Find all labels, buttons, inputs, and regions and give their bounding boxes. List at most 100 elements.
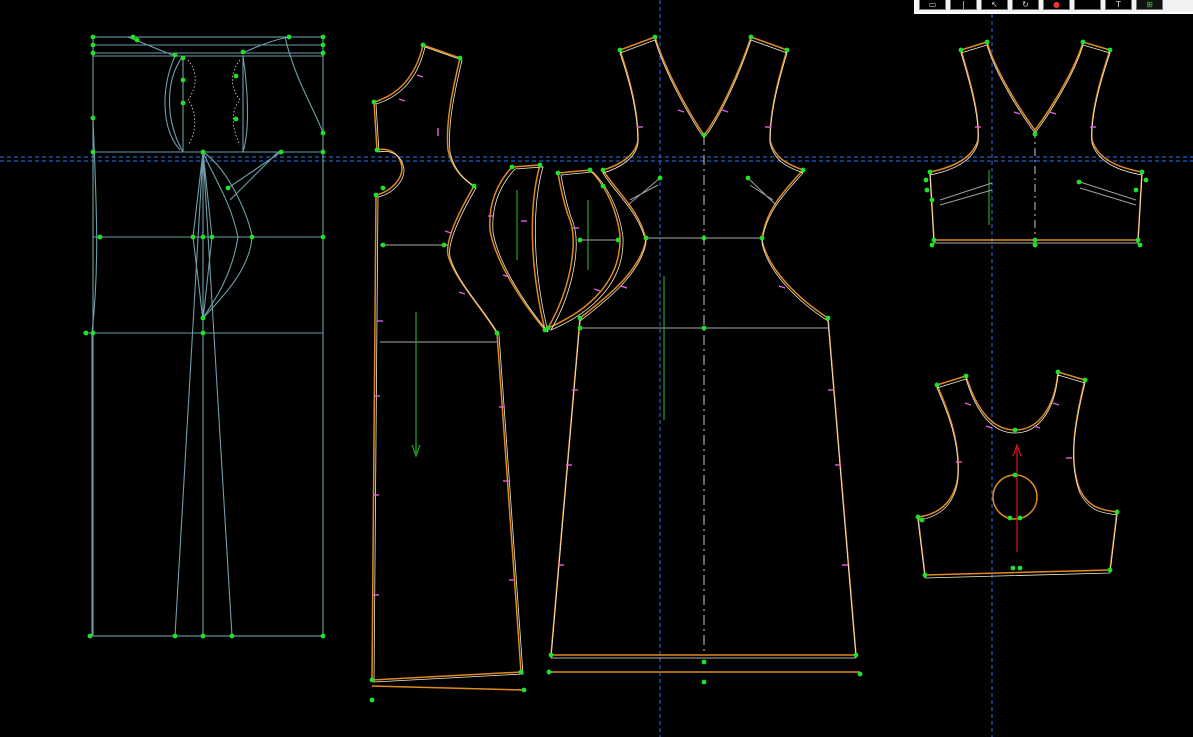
point-marker bbox=[420, 42, 426, 48]
point-marker bbox=[180, 100, 186, 106]
point-marker bbox=[577, 325, 583, 331]
point-marker bbox=[1012, 472, 1018, 478]
point-marker bbox=[229, 633, 235, 639]
point-marker bbox=[200, 330, 206, 336]
point-marker bbox=[380, 242, 386, 248]
point-marker bbox=[1107, 567, 1113, 573]
point-marker bbox=[929, 197, 935, 203]
point-marker bbox=[934, 382, 940, 388]
hem-line bbox=[371, 685, 525, 691]
front-bodice-piece[interactable] bbox=[923, 39, 1149, 248]
point-marker bbox=[1032, 242, 1038, 248]
point-marker bbox=[600, 167, 606, 173]
point-marker bbox=[380, 185, 386, 191]
point-marker bbox=[1032, 131, 1038, 137]
point-marker bbox=[922, 572, 928, 578]
notch-mark bbox=[1052, 402, 1060, 406]
point-marker bbox=[494, 330, 500, 336]
point-marker bbox=[134, 37, 140, 43]
point-marker bbox=[233, 116, 239, 122]
notch-mark bbox=[1049, 111, 1057, 115]
draft-block[interactable] bbox=[83, 34, 326, 639]
point-marker bbox=[521, 687, 527, 693]
point-marker bbox=[1076, 179, 1082, 185]
point-marker bbox=[929, 242, 935, 248]
notch-mark bbox=[444, 230, 452, 234]
draft-curve bbox=[164, 55, 249, 153]
notch-mark bbox=[593, 288, 601, 292]
grid-toggle-icon[interactable]: ⊞ bbox=[1136, 0, 1163, 10]
point-marker bbox=[320, 42, 326, 48]
point-marker bbox=[701, 132, 707, 138]
point-marker bbox=[249, 234, 255, 240]
point-marker bbox=[800, 167, 806, 173]
point-marker bbox=[369, 697, 375, 703]
notch-mark bbox=[985, 425, 993, 429]
draft-dart bbox=[174, 151, 233, 637]
point-marker bbox=[1082, 377, 1088, 383]
point-marker bbox=[701, 659, 707, 665]
point-marker bbox=[963, 373, 969, 379]
point-marker bbox=[924, 187, 930, 193]
point-marker bbox=[984, 39, 990, 45]
point-marker bbox=[577, 237, 583, 243]
point-marker bbox=[90, 330, 96, 336]
point-marker bbox=[784, 47, 790, 53]
guide-lines bbox=[0, 0, 1193, 737]
notch-mark bbox=[721, 109, 729, 113]
seam-line bbox=[929, 41, 1143, 241]
bodice-panel-left-piece[interactable] bbox=[488, 162, 549, 333]
select-rect-icon[interactable]: ▭ bbox=[919, 0, 946, 10]
point-marker bbox=[209, 234, 215, 240]
point-marker bbox=[545, 325, 551, 331]
stitch-line bbox=[373, 46, 524, 683]
point-marker bbox=[90, 34, 96, 40]
side-panel-piece[interactable] bbox=[369, 42, 527, 703]
point-marker bbox=[931, 237, 937, 243]
point-marker bbox=[657, 175, 663, 181]
point-marker bbox=[927, 169, 933, 175]
point-marker bbox=[1133, 187, 1139, 193]
rotate-icon[interactable]: ↻ bbox=[1012, 0, 1039, 10]
back-bodice-piece[interactable] bbox=[915, 369, 1120, 579]
pointer-icon[interactable]: ↖ bbox=[981, 0, 1008, 10]
point-marker bbox=[130, 34, 136, 40]
point-marker bbox=[90, 149, 96, 155]
point-marker bbox=[1055, 369, 1061, 375]
point-marker bbox=[441, 242, 447, 248]
draft-frame bbox=[92, 36, 324, 637]
point-marker bbox=[97, 234, 103, 240]
point-marker bbox=[1107, 47, 1113, 53]
point-marker bbox=[320, 130, 326, 136]
point-marker bbox=[643, 235, 649, 241]
point-marker bbox=[200, 234, 206, 240]
point-marker bbox=[577, 315, 583, 321]
point-marker bbox=[200, 149, 206, 155]
point-marker bbox=[615, 237, 621, 243]
point-marker bbox=[369, 677, 375, 683]
notch-mark bbox=[778, 285, 786, 289]
point-marker bbox=[225, 185, 231, 191]
line-tool-icon[interactable]: | bbox=[950, 0, 977, 10]
point-marker bbox=[240, 49, 246, 55]
point-marker bbox=[652, 34, 658, 40]
point-marker bbox=[374, 147, 380, 153]
bodice-panel-right-piece[interactable] bbox=[545, 167, 628, 331]
point-marker bbox=[320, 149, 326, 155]
red-tool-icon[interactable]: ● bbox=[1043, 0, 1070, 10]
point-marker bbox=[1007, 515, 1013, 521]
blank-tool-icon[interactable] bbox=[1074, 0, 1101, 10]
point-marker bbox=[509, 164, 515, 170]
pattern-canvas[interactable] bbox=[0, 0, 1193, 737]
front-dress-piece[interactable] bbox=[546, 34, 863, 685]
point-marker bbox=[587, 167, 593, 173]
notch-mark bbox=[1013, 111, 1021, 115]
point-marker bbox=[1080, 39, 1086, 45]
point-marker bbox=[278, 149, 284, 155]
dart-lines bbox=[939, 181, 1137, 206]
text-tool-icon[interactable]: T bbox=[1105, 0, 1132, 10]
point-marker bbox=[172, 52, 178, 58]
keyhole-cutout bbox=[992, 474, 1038, 520]
point-marker bbox=[701, 679, 707, 685]
point-marker bbox=[371, 99, 377, 105]
